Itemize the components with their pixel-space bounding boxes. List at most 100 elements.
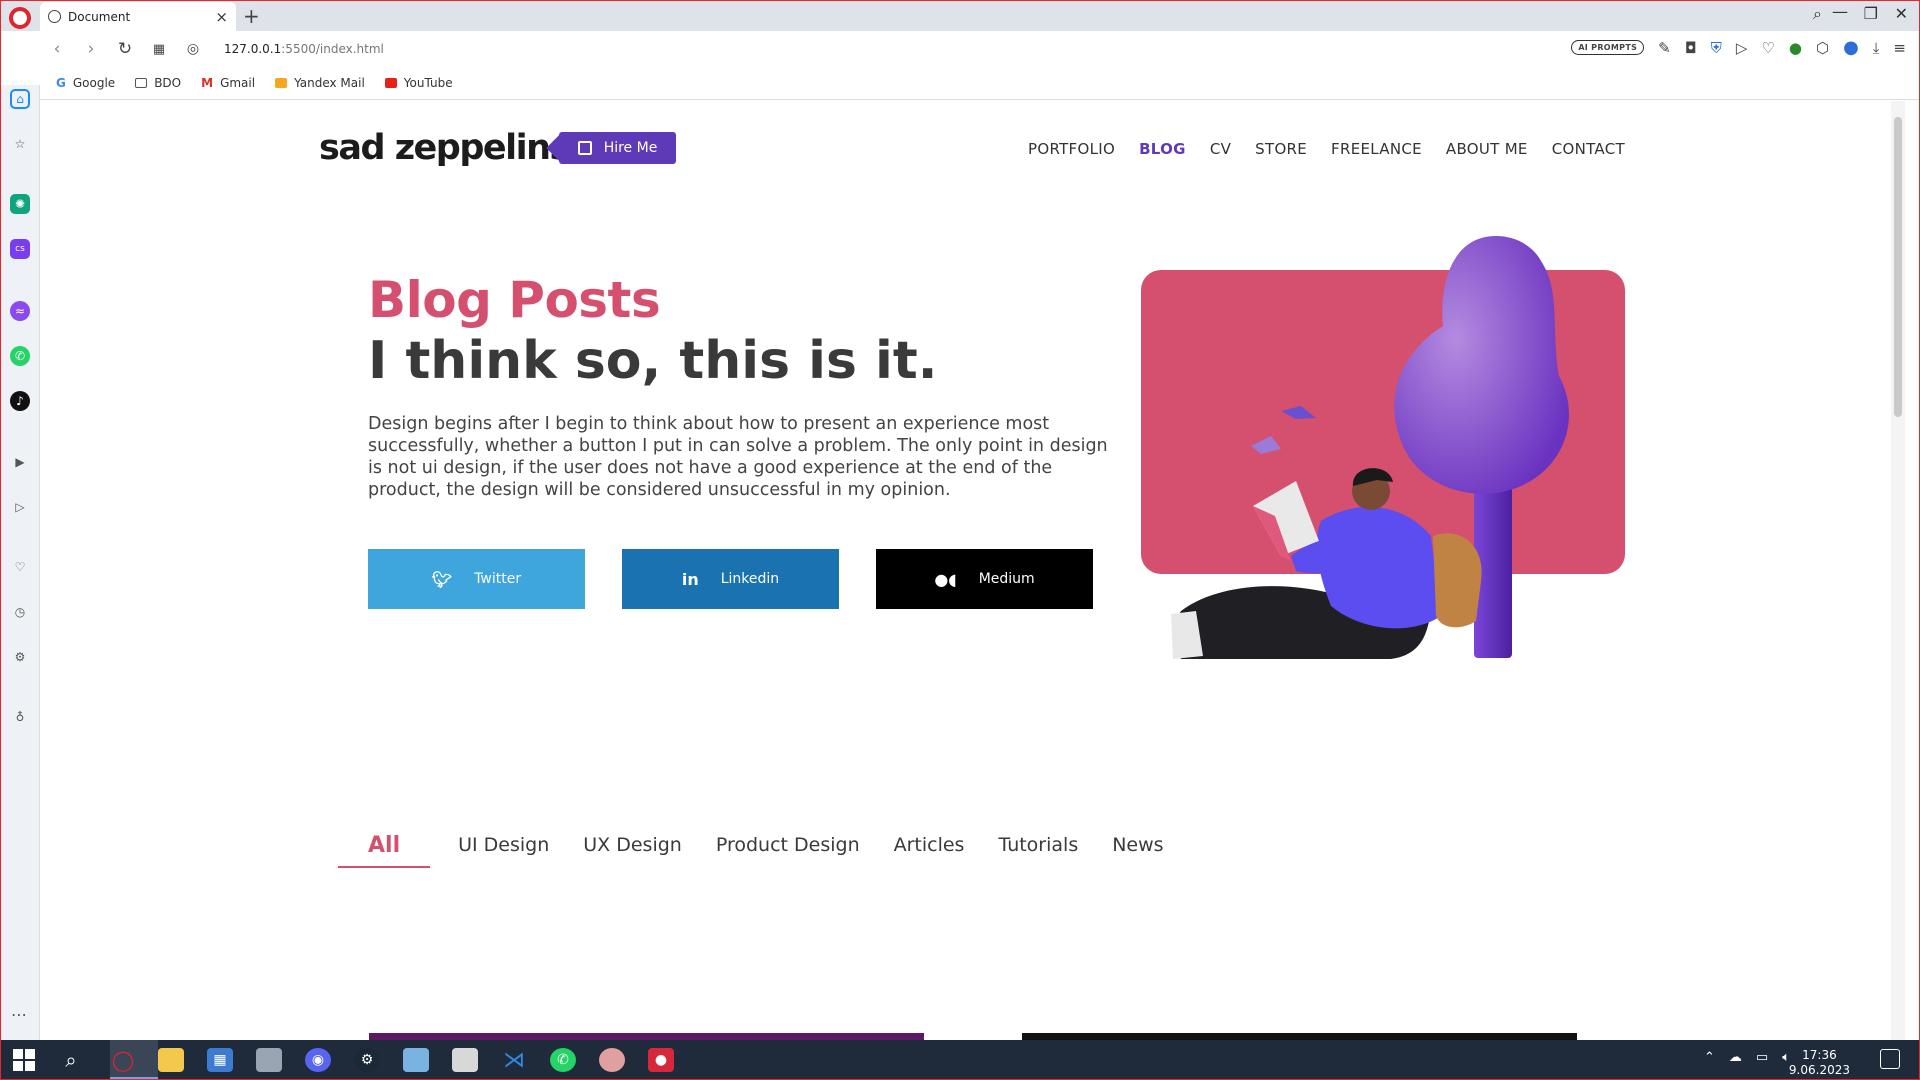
category-filters: All UI Design UX Design Product Design A… bbox=[338, 833, 1164, 868]
bookmark-bdo[interactable]: BDO bbox=[135, 76, 181, 90]
nav-contact[interactable]: CONTACT bbox=[1552, 140, 1625, 158]
filter-ui-design[interactable]: UI Design bbox=[458, 834, 549, 868]
tab-close-icon[interactable]: × bbox=[215, 8, 228, 26]
bookmark-label: Yandex Mail bbox=[294, 76, 365, 90]
browser-sidebar: ⌂ ☆ ✺ cs ≈ ✆ ♪ ▶ ▷ ♡ ◷ ⚙ ♁ ⋯ bbox=[0, 85, 40, 1040]
send-icon[interactable]: ▷ bbox=[1736, 39, 1748, 57]
nav-blog[interactable]: BLOG bbox=[1139, 140, 1186, 158]
filter-news[interactable]: News bbox=[1112, 834, 1163, 868]
notepad-icon[interactable] bbox=[452, 1048, 478, 1072]
profile-icon[interactable]: ● bbox=[1843, 37, 1859, 58]
nav-freelance[interactable]: FREELANCE bbox=[1331, 140, 1422, 158]
camera-icon[interactable]: ◘ bbox=[1685, 39, 1697, 57]
tab-document[interactable]: Document × bbox=[40, 2, 236, 31]
medium-button[interactable]: ●◖ Medium bbox=[876, 549, 1093, 609]
favorites-icon[interactable]: ♡ bbox=[10, 557, 30, 577]
blog-card-preview[interactable] bbox=[369, 1033, 924, 1040]
taskbar: ⌕ ◯ ▦ ◉ ⚙ ⋊ ✆ ● ⌃ ☁ ▭ 🔈︎ 17:36 9.06.2023 bbox=[0, 1040, 1920, 1080]
nav-portfolio[interactable]: PORTFOLIO bbox=[1028, 140, 1115, 158]
hero-subtitle: I think so, this is it. bbox=[368, 331, 938, 391]
cloud-icon[interactable]: ☁ bbox=[1729, 1050, 1742, 1065]
steam-icon[interactable]: ⚙ bbox=[354, 1048, 380, 1072]
clock[interactable]: 17:36 9.06.2023 bbox=[1789, 1048, 1850, 1078]
nav-cv[interactable]: CV bbox=[1210, 140, 1231, 158]
more-icon[interactable]: ⋯ bbox=[11, 1005, 27, 1024]
chatgpt-icon[interactable]: ✺ bbox=[10, 194, 30, 214]
tiktok-icon[interactable]: ♪ bbox=[10, 391, 30, 411]
page-scrollbar[interactable] bbox=[1891, 101, 1905, 1040]
linkedin-button[interactable]: in Linkedin bbox=[622, 549, 839, 609]
messenger-icon[interactable]: ≈ bbox=[10, 301, 30, 321]
calculator-icon[interactable]: ▦ bbox=[207, 1048, 233, 1072]
scrollbar-thumb[interactable] bbox=[1894, 117, 1902, 417]
search-tabs-icon[interactable]: ⌕ bbox=[1813, 4, 1822, 24]
nav-store[interactable]: STORE bbox=[1255, 140, 1307, 158]
speed-dial-icon[interactable]: ☆ bbox=[10, 134, 30, 154]
windows-start-icon[interactable] bbox=[13, 1049, 35, 1071]
file-explorer-icon[interactable] bbox=[158, 1048, 184, 1072]
opera-logo-icon[interactable] bbox=[9, 7, 31, 29]
whatsapp-icon[interactable]: ✆ bbox=[10, 346, 30, 366]
vpn-icon[interactable]: ● bbox=[1789, 39, 1802, 57]
linkedin-icon bbox=[577, 141, 592, 155]
bookmark-youtube[interactable]: YouTube bbox=[384, 76, 453, 90]
filter-articles[interactable]: Articles bbox=[894, 834, 965, 868]
system-tray: ⌃ ☁ ▭ 🔈︎ bbox=[1704, 1050, 1790, 1065]
bookmark-label: YouTube bbox=[403, 76, 453, 90]
site-logo[interactable]: sad zeppelins bbox=[319, 128, 570, 168]
linkedin-label: Linkedin bbox=[720, 571, 780, 587]
back-icon[interactable]: ‹ bbox=[40, 39, 74, 59]
vscode-icon[interactable]: ⋊ bbox=[501, 1048, 527, 1073]
nav-about-me[interactable]: ABOUT ME bbox=[1446, 140, 1528, 158]
new-tab-icon[interactable]: + bbox=[243, 4, 260, 28]
notes-icon[interactable] bbox=[403, 1048, 429, 1072]
twitter-button[interactable]: 🐦︎ Twitter bbox=[368, 549, 585, 609]
filter-all[interactable]: All bbox=[338, 833, 431, 868]
player-icon[interactable]: ▶ bbox=[10, 452, 30, 472]
reload-icon[interactable]: ↻ bbox=[108, 39, 142, 59]
tab-strip: Document × + ⌕ — ❐ ✕ bbox=[0, 0, 1920, 31]
ai-prompts-button[interactable]: AI PROMPTS bbox=[1571, 40, 1645, 55]
hire-me-button[interactable]: Hire Me bbox=[559, 132, 676, 164]
notifications-icon[interactable] bbox=[1880, 1049, 1900, 1069]
cube-icon[interactable]: ⬡ bbox=[1816, 39, 1829, 57]
medium-icon: ●◖ bbox=[934, 569, 957, 589]
recorder-icon[interactable]: ● bbox=[648, 1048, 674, 1072]
close-window-icon[interactable]: ✕ bbox=[1895, 4, 1908, 23]
app-icon[interactable] bbox=[256, 1048, 282, 1072]
search-icon[interactable]: ⌕ bbox=[58, 1048, 84, 1072]
minimize-icon[interactable]: — bbox=[1832, 2, 1848, 21]
opera-icon[interactable]: ◯ bbox=[110, 1048, 136, 1072]
download-icon[interactable]: ⤓ bbox=[1873, 39, 1880, 57]
site-info-icon[interactable]: ◎ bbox=[176, 41, 210, 57]
forward-icon[interactable]: › bbox=[74, 39, 108, 59]
paint-icon[interactable] bbox=[599, 1048, 625, 1072]
tips-icon[interactable]: ♁ bbox=[10, 707, 30, 727]
filter-tutorials[interactable]: Tutorials bbox=[998, 834, 1078, 868]
network-icon[interactable]: ▭ bbox=[1756, 1050, 1768, 1065]
bookmark-google[interactable]: G Google bbox=[56, 76, 115, 90]
home-icon[interactable]: ⌂ bbox=[10, 89, 30, 109]
bookmark-yandex-mail[interactable]: Yandex Mail bbox=[275, 76, 365, 90]
google-icon: G bbox=[56, 76, 66, 90]
url-field[interactable]: 127.0.0.1:5500/index.html bbox=[224, 42, 384, 56]
heart-icon[interactable]: ♡ bbox=[1761, 39, 1774, 57]
restore-icon[interactable]: ❐ bbox=[1864, 4, 1878, 23]
menu-icon[interactable]: ≡ bbox=[1893, 39, 1906, 57]
bookmark-gmail[interactable]: M Gmail bbox=[201, 76, 255, 90]
whatsapp-icon[interactable]: ✆ bbox=[550, 1048, 576, 1072]
tab-grid-icon[interactable]: ▦ bbox=[142, 42, 176, 57]
settings-icon[interactable]: ⚙ bbox=[10, 647, 30, 667]
chevron-up-icon[interactable]: ⌃ bbox=[1704, 1050, 1715, 1065]
blog-card-preview[interactable] bbox=[1022, 1033, 1577, 1040]
filter-ux-design[interactable]: UX Design bbox=[583, 834, 682, 868]
shield-icon[interactable]: ⛨ bbox=[1711, 39, 1722, 57]
filter-product-design[interactable]: Product Design bbox=[716, 834, 860, 868]
edit-icon[interactable]: ✎ bbox=[1658, 39, 1671, 57]
flow-icon[interactable]: ▷ bbox=[10, 497, 30, 517]
discord-icon[interactable]: ◉ bbox=[305, 1048, 331, 1072]
history-icon[interactable]: ◷ bbox=[10, 602, 30, 622]
chatsonic-icon[interactable]: cs bbox=[10, 239, 30, 259]
twitter-icon: 🐦︎ bbox=[431, 569, 453, 589]
hero-description: Design begins after I begin to think abo… bbox=[368, 414, 1108, 500]
